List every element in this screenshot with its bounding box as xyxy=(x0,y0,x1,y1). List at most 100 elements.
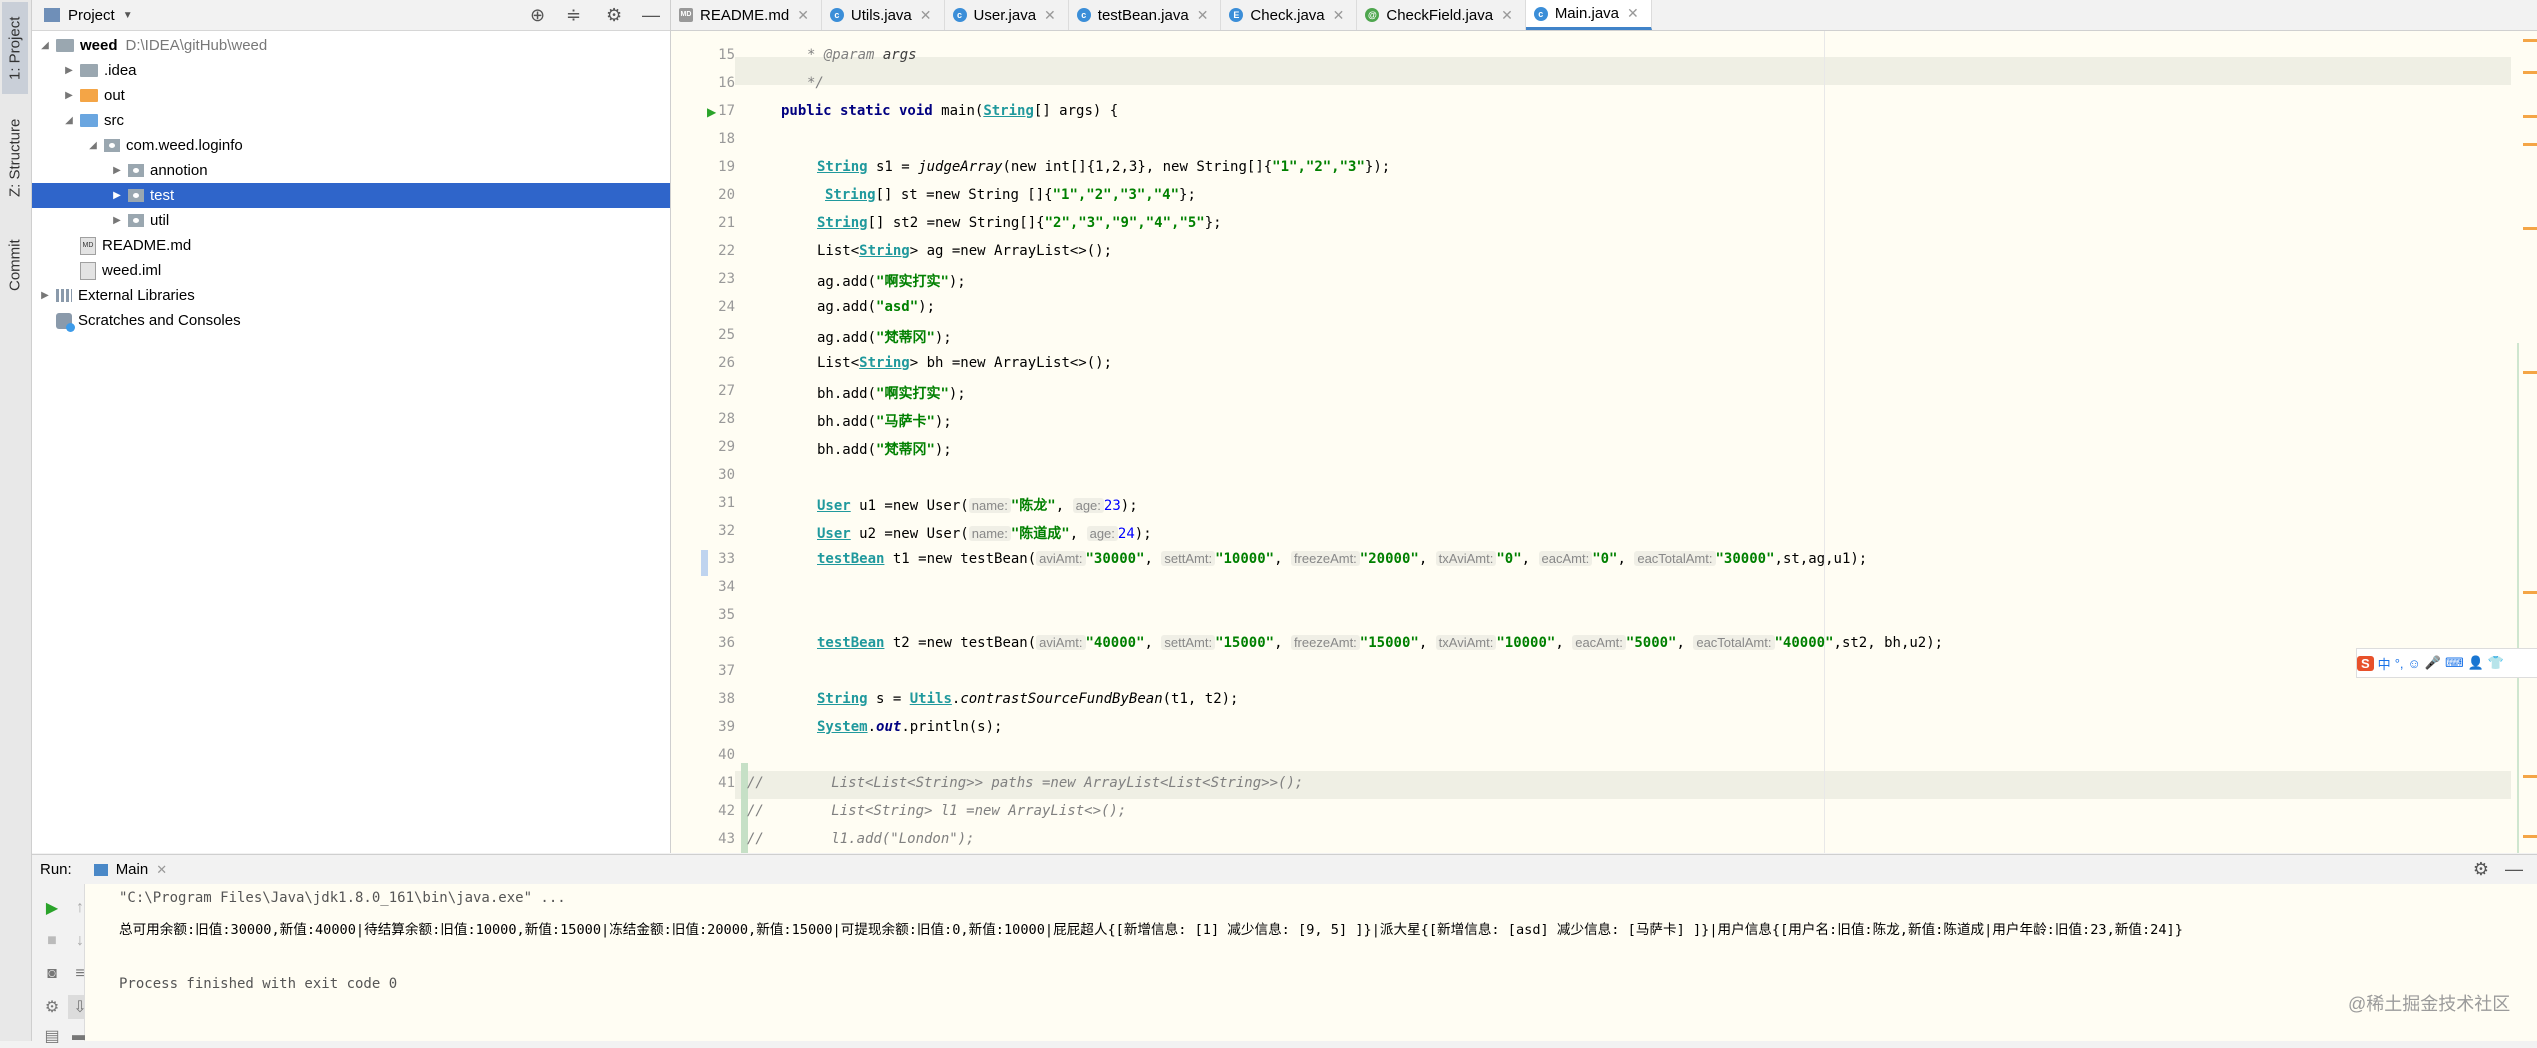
close-icon[interactable]: ✕ xyxy=(1627,5,1639,22)
tree-item-weed-iml[interactable]: weed.iml xyxy=(32,258,670,283)
tab-user[interactable]: c User.java ✕ xyxy=(945,0,1069,30)
collapsed-arrow-icon[interactable]: ▶ xyxy=(110,190,124,201)
tree-item-package[interactable]: ◢ com.weed.loginfo xyxy=(32,133,670,158)
string-literal: "30000" xyxy=(1085,551,1145,567)
code-line: testBean t2 =new testBean(aviAmt: "40000"… xyxy=(817,635,1944,651)
close-icon[interactable]: ✕ xyxy=(1197,7,1209,24)
commit-tool-tab[interactable]: Commit xyxy=(2,228,28,302)
tree-item-idea[interactable]: ▶ .idea xyxy=(32,58,670,83)
rerun-icon[interactable]: ▶ xyxy=(40,896,64,920)
error-stripe-marker[interactable] xyxy=(2523,71,2537,74)
tab-utils[interactable]: c Utils.java ✕ xyxy=(822,0,945,30)
parameter-hint: name: xyxy=(968,498,1011,513)
tree-item-external-libraries[interactable]: ▶ External Libraries xyxy=(32,283,670,308)
close-icon[interactable]: ✕ xyxy=(797,7,809,24)
console-output[interactable]: "C:\Program Files\Java\jdk1.8.0_161\bin\… xyxy=(85,884,2537,1041)
tab-readme[interactable]: MD README.md ✕ xyxy=(671,0,822,30)
error-stripe-marker[interactable] xyxy=(2523,39,2537,42)
tab-label: Main.java xyxy=(1554,5,1620,22)
close-icon[interactable]: ✕ xyxy=(1333,7,1345,24)
package-icon xyxy=(104,139,120,152)
locate-icon[interactable]: ⊕ xyxy=(530,5,545,26)
error-stripe-marker[interactable] xyxy=(2523,227,2537,230)
class-ref: String xyxy=(859,355,910,371)
tree-item-test[interactable]: ▶ test xyxy=(32,183,670,208)
string-literal: "asd" xyxy=(876,299,919,315)
string-literal: "2","3","9","4","5" xyxy=(1044,215,1205,231)
collapsed-arrow-icon[interactable]: ▶ xyxy=(62,65,76,76)
microphone-icon[interactable]: 🎤 xyxy=(2425,655,2441,671)
parameter-hint: aviAmt: xyxy=(1036,635,1086,650)
code-text: t1 =new testBean( xyxy=(884,551,1037,567)
collapsed-arrow-icon[interactable]: ▶ xyxy=(38,290,52,301)
code-line: public static void main(String[] args) { xyxy=(781,103,1118,119)
pin-icon[interactable]: ▤ xyxy=(40,1024,64,1048)
collapsed-arrow-icon[interactable]: ▶ xyxy=(110,215,124,226)
tree-item-annotion[interactable]: ▶ annotion xyxy=(32,158,670,183)
error-stripe-marker[interactable] xyxy=(2523,115,2537,118)
camera-icon[interactable]: ◙ xyxy=(40,962,64,986)
tab-main[interactable]: c Main.java ✕ xyxy=(1525,0,1652,30)
structure-tool-tab[interactable]: Z: Structure xyxy=(2,108,28,208)
tab-check[interactable]: E Check.java ✕ xyxy=(1221,0,1358,30)
dropdown-arrow-icon[interactable]: ▼ xyxy=(123,10,133,21)
project-panel-title[interactable]: Project xyxy=(68,7,115,24)
punctuation-icon[interactable]: °, xyxy=(2395,656,2404,671)
settings-icon[interactable]: ⚙ xyxy=(40,995,64,1019)
collapse-all-icon[interactable]: ≑ xyxy=(566,5,581,26)
code-text: List< xyxy=(817,243,860,259)
expanded-arrow-icon[interactable]: ◢ xyxy=(38,40,52,51)
code-editor[interactable]: ▶ 15 16 17 18 19 20 21 22 23 24 25 26 27… xyxy=(671,31,2537,853)
tab-label: testBean.java xyxy=(1097,6,1189,24)
tree-item-readme[interactable]: MD README.md xyxy=(32,233,670,258)
error-stripe-marker[interactable] xyxy=(2523,143,2537,146)
close-icon[interactable]: ✕ xyxy=(1044,7,1056,24)
tree-item-out[interactable]: ▶ out xyxy=(32,83,670,108)
minimize-icon[interactable]: — xyxy=(2505,859,2523,880)
tree-item-label: annotion xyxy=(150,162,208,179)
shirt-icon[interactable]: 👕 xyxy=(2488,655,2504,671)
run-config-tab[interactable]: Main xyxy=(116,861,149,878)
error-stripe-marker[interactable] xyxy=(2523,775,2537,778)
line-number: 33 xyxy=(718,551,735,567)
keyboard-icon[interactable]: ⌨ xyxy=(2445,655,2464,671)
tab-checkfield[interactable]: @ CheckField.java ✕ xyxy=(1357,0,1526,30)
error-stripe-marker[interactable] xyxy=(2523,371,2537,374)
code-line: testBean t1 =new testBean(aviAmt: "30000"… xyxy=(817,551,1868,567)
collapsed-arrow-icon[interactable]: ▶ xyxy=(62,90,76,101)
line-number: 16 xyxy=(718,75,735,91)
tree-item-util[interactable]: ▶ util xyxy=(32,208,670,233)
ime-mode-label[interactable]: 中 xyxy=(2378,654,2391,673)
minimize-icon[interactable]: — xyxy=(642,5,660,26)
parameter-hint: settAmt: xyxy=(1161,635,1216,650)
code-line: bh.add("啊实打实"); xyxy=(817,383,966,403)
ime-toolbar[interactable]: S 中 °, ☺ 🎤 ⌨ 👤 👕 xyxy=(2356,648,2537,678)
project-tool-tab[interactable]: 1: Project xyxy=(2,2,28,94)
gear-icon[interactable]: ⚙ xyxy=(606,5,622,26)
parameter-hint: freezeAmt: xyxy=(1290,635,1360,650)
expanded-arrow-icon[interactable]: ◢ xyxy=(62,115,76,126)
close-icon[interactable]: ✕ xyxy=(920,7,932,24)
code-text: bh.add( xyxy=(817,386,877,402)
close-icon[interactable]: ✕ xyxy=(1501,7,1513,24)
tree-item-src[interactable]: ◢ src xyxy=(32,108,670,133)
tree-item-scratches[interactable]: Scratches and Consoles xyxy=(32,308,670,333)
user-icon[interactable]: 👤 xyxy=(2468,655,2484,671)
tab-testbean[interactable]: c testBean.java ✕ xyxy=(1069,0,1222,30)
code-text: ,st2, bh,u2); xyxy=(1833,635,1944,651)
tab-label: Check.java xyxy=(1250,6,1325,24)
line-number: 43 xyxy=(718,831,735,847)
code-text: ); xyxy=(1134,526,1152,542)
number-literal: 24 xyxy=(1117,526,1135,542)
close-icon[interactable]: ✕ xyxy=(156,862,167,878)
gear-icon[interactable]: ⚙ xyxy=(2473,859,2489,880)
error-stripe-marker[interactable] xyxy=(2523,835,2537,838)
tree-item-weed[interactable]: ◢ weed D:\IDEA\gitHub\weed xyxy=(32,33,670,58)
emoji-icon[interactable]: ☺ xyxy=(2408,656,2421,671)
expanded-arrow-icon[interactable]: ◢ xyxy=(86,140,100,151)
run-label: Run: xyxy=(40,861,72,878)
collapsed-arrow-icon[interactable]: ▶ xyxy=(110,165,124,176)
stop-icon[interactable]: ■ xyxy=(40,929,64,953)
package-icon xyxy=(128,189,144,202)
error-stripe-marker[interactable] xyxy=(2523,591,2537,594)
